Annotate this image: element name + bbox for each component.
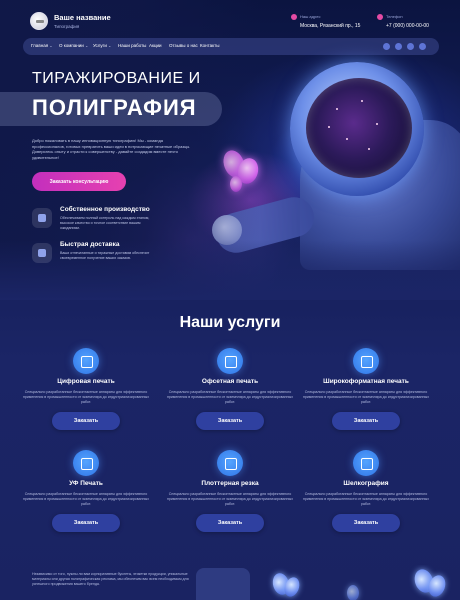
phone-block: Телефон +7 (000) 000-00-00 <box>377 14 429 29</box>
page: Ваше название Типография Наш адрес Москв… <box>0 0 460 600</box>
feature-title: Быстрая доставка <box>60 241 120 248</box>
service-title: Широкоформатная печать <box>323 378 409 385</box>
hero-title-line1: ТИРАЖИРОВАНИЕ И <box>32 70 201 87</box>
nav-item-about[interactable]: О компании <box>59 43 88 48</box>
phone-icon <box>377 14 383 20</box>
order-button[interactable]: Заказать <box>52 514 120 532</box>
vk-icon[interactable] <box>407 43 414 50</box>
phone-value[interactable]: +7 (000) 000-00-00 <box>386 23 429 29</box>
service-title: Цифровая печать <box>57 378 115 385</box>
service-title: Плоттерная резка <box>201 480 259 487</box>
brand-name[interactable]: Ваше название <box>54 13 111 22</box>
digital-print-icon <box>73 348 99 374</box>
hero-title-line2: ПОЛИГРАФИЯ <box>32 95 197 120</box>
telegram-icon[interactable] <box>383 43 390 50</box>
service-title: УФ Печать <box>69 480 103 487</box>
nav-item-home[interactable]: Главная <box>31 43 53 48</box>
wide-format-print-icon <box>353 348 379 374</box>
factory-icon <box>32 208 52 228</box>
butterflies-image <box>255 565 460 600</box>
offset-print-icon <box>217 348 243 374</box>
delivery-icon <box>32 243 52 263</box>
services-title: Наши услуги <box>179 314 281 331</box>
nav-item-contacts[interactable]: Контакты <box>200 43 219 48</box>
brand-subtitle: Типография <box>54 24 80 29</box>
astronaut-visor-image <box>306 78 412 178</box>
order-button[interactable]: Заказать <box>196 412 264 430</box>
address-value: Москва, Рязанский пр., 15 <box>300 23 361 29</box>
plotter-cut-icon <box>217 450 243 476</box>
nav-item-services[interactable]: Услуги <box>93 43 111 48</box>
service-text: Специально разработанные бесконтактные а… <box>166 492 294 506</box>
nav-item-reviews[interactable]: Отзывы о нас <box>169 43 198 48</box>
uv-print-icon <box>73 450 99 476</box>
service-text: Специально разработанные бесконтактные а… <box>166 390 294 404</box>
order-button[interactable]: Заказать <box>332 412 400 430</box>
feature-text: Ваши отпечатанные и тиражные доставим об… <box>60 251 150 260</box>
silkscreen-icon <box>353 450 379 476</box>
order-button[interactable]: Заказать <box>196 514 264 532</box>
service-text: Специально разработанные бесконтактные а… <box>22 390 150 404</box>
service-text: Специально разработанные бесконтактные а… <box>302 390 430 404</box>
feature-text: Обеспечиваем полный контроль над каждым … <box>60 216 150 230</box>
consultation-button[interactable]: Заказать консультацию <box>32 172 126 191</box>
logo-icon[interactable] <box>30 12 48 30</box>
address-block: Наш адрес Москва, Рязанский пр., 15 <box>291 14 361 29</box>
teaser-image-card <box>196 568 250 600</box>
order-button[interactable]: Заказать <box>332 514 400 532</box>
order-button[interactable]: Заказать <box>52 412 120 430</box>
phone-label: Телефон <box>386 14 403 19</box>
service-title: Шелкография <box>343 480 389 487</box>
main-nav: Главная О компании Услуги Наши работы Ак… <box>23 38 439 55</box>
site-header: Ваше название Типография Наш адрес Москв… <box>0 0 460 40</box>
service-title: Офсетная печать <box>201 378 259 385</box>
address-label: Наш адрес <box>300 14 321 19</box>
footer-teaser-text: Независимо от того, нужны ли вам корпора… <box>32 572 189 586</box>
whatsapp-icon[interactable] <box>395 43 402 50</box>
nav-item-works[interactable]: Наши работы <box>118 43 146 48</box>
service-text: Специально разработанные бесконтактные а… <box>302 492 430 506</box>
location-pin-icon <box>291 14 297 20</box>
messenger-icon[interactable] <box>419 43 426 50</box>
service-text: Специально разработанные бесконтактные а… <box>22 492 150 506</box>
nav-item-promos[interactable]: Акции <box>149 43 162 48</box>
feature-title: Собственное производство <box>60 206 150 213</box>
hero-description: Добро пожаловать в нашу инновационную ти… <box>32 138 191 160</box>
